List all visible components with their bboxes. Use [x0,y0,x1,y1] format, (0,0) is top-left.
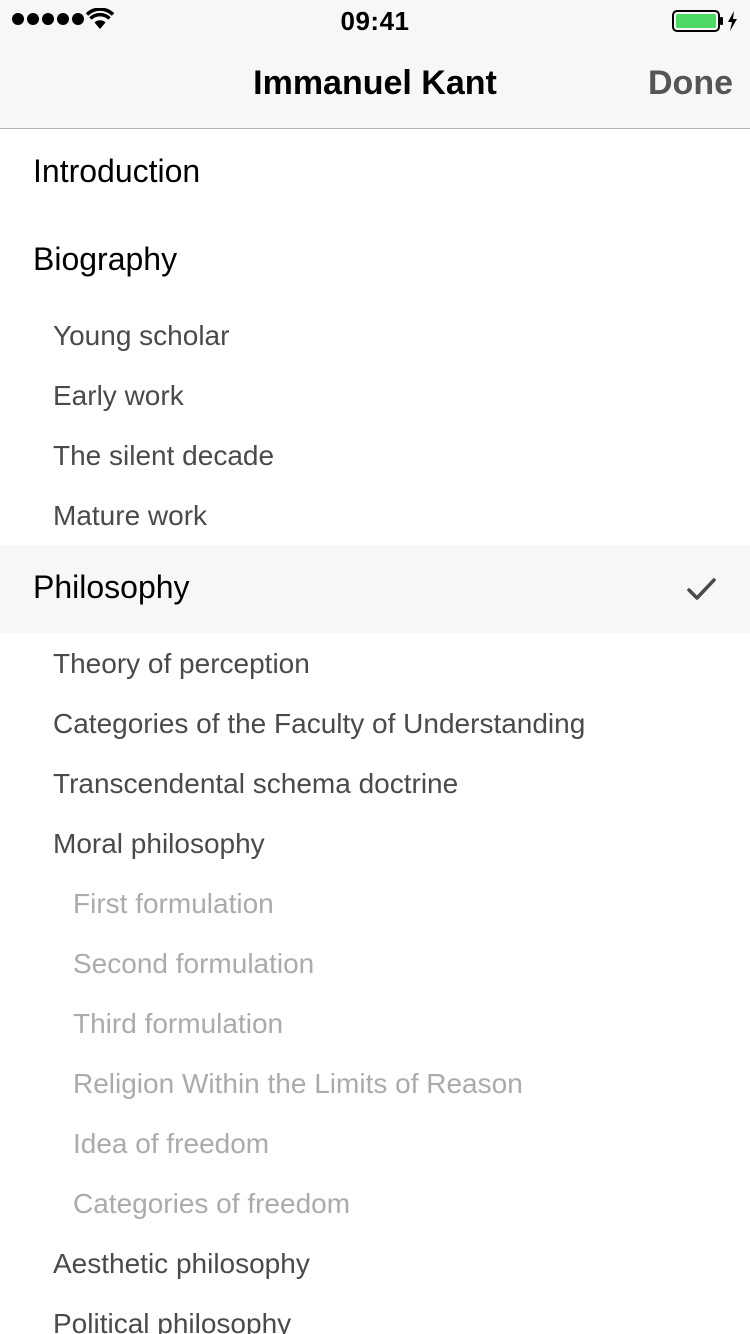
page-title: Immanuel Kant [253,64,497,102]
toc-item-label: Second formulation [73,948,315,979]
battery-charging-icon [672,10,737,32]
toc-item-level-2[interactable]: First formulation [0,873,750,933]
toc-item-level-1[interactable]: The silent decade [0,425,750,485]
toc-item-level-1[interactable]: Mature work [0,485,750,545]
toc-item-label: First formulation [73,888,274,919]
toc-item-level-2[interactable]: Third formulation [0,993,750,1053]
toc-item-level-2[interactable]: Second formulation [0,933,750,993]
toc-item-level-1[interactable]: Theory of perception [0,633,750,693]
toc-item-level-1[interactable]: Young scholar [0,305,750,365]
toc-item-level-2[interactable]: Categories of freedom [0,1173,750,1233]
toc-item-level-2[interactable]: Idea of freedom [0,1113,750,1173]
toc-item-label: Political philosophy [53,1308,292,1334]
toc-item-level-1[interactable]: Early work [0,365,750,425]
toc-item-level-0[interactable]: Philosophy [0,545,750,633]
status-time: 09:41 [340,6,410,36]
toc-item-label: Aesthetic philosophy [53,1248,310,1279]
toc-item-level-1[interactable]: Moral philosophy [0,813,750,873]
toc-item-label: The silent decade [53,440,275,471]
toc-item-level-1[interactable]: Categories of the Faculty of Understandi… [0,693,750,753]
toc-item-label: Theory of perception [53,648,310,679]
toc-item-label: Moral philosophy [53,828,265,859]
toc-item-level-0[interactable]: Introduction [0,129,750,217]
table-of-contents: Introduction Biography Young scholar Early … [0,129,750,1334]
checkmark-icon [687,578,716,600]
toc-item-label: Young scholar [53,320,230,351]
navigation-bar: Immanuel Kant Done [0,40,750,129]
toc-item-label: Mature work [53,500,208,531]
done-button[interactable]: Done [648,64,733,103]
toc-item-label: Religion Within the Limits of Reason [73,1068,523,1099]
toc-item-label: Philosophy [33,569,190,605]
toc-item-level-1[interactable]: Political philosophy [0,1293,750,1334]
toc-item-label: Categories of freedom [73,1188,351,1219]
status-bar: 09:41 [0,0,750,40]
toc-item-label: Introduction [33,153,201,189]
toc-item-label: Transcendental schema doctrine [53,768,459,799]
toc-item-label: Third formulation [73,1008,284,1039]
toc-item-level-2[interactable]: Religion Within the Limits of Reason [0,1053,750,1113]
toc-item-label: Early work [53,380,184,411]
toc-item-label: Categories of the Faculty of Understandi… [53,708,586,739]
toc-item-level-0[interactable]: Biography [0,217,750,305]
toc-item-label: Biography [33,241,178,277]
toc-item-level-1[interactable]: Aesthetic philosophy [0,1233,750,1293]
toc-item-label: Idea of freedom [73,1128,270,1159]
toc-item-level-1[interactable]: Transcendental schema doctrine [0,753,750,813]
